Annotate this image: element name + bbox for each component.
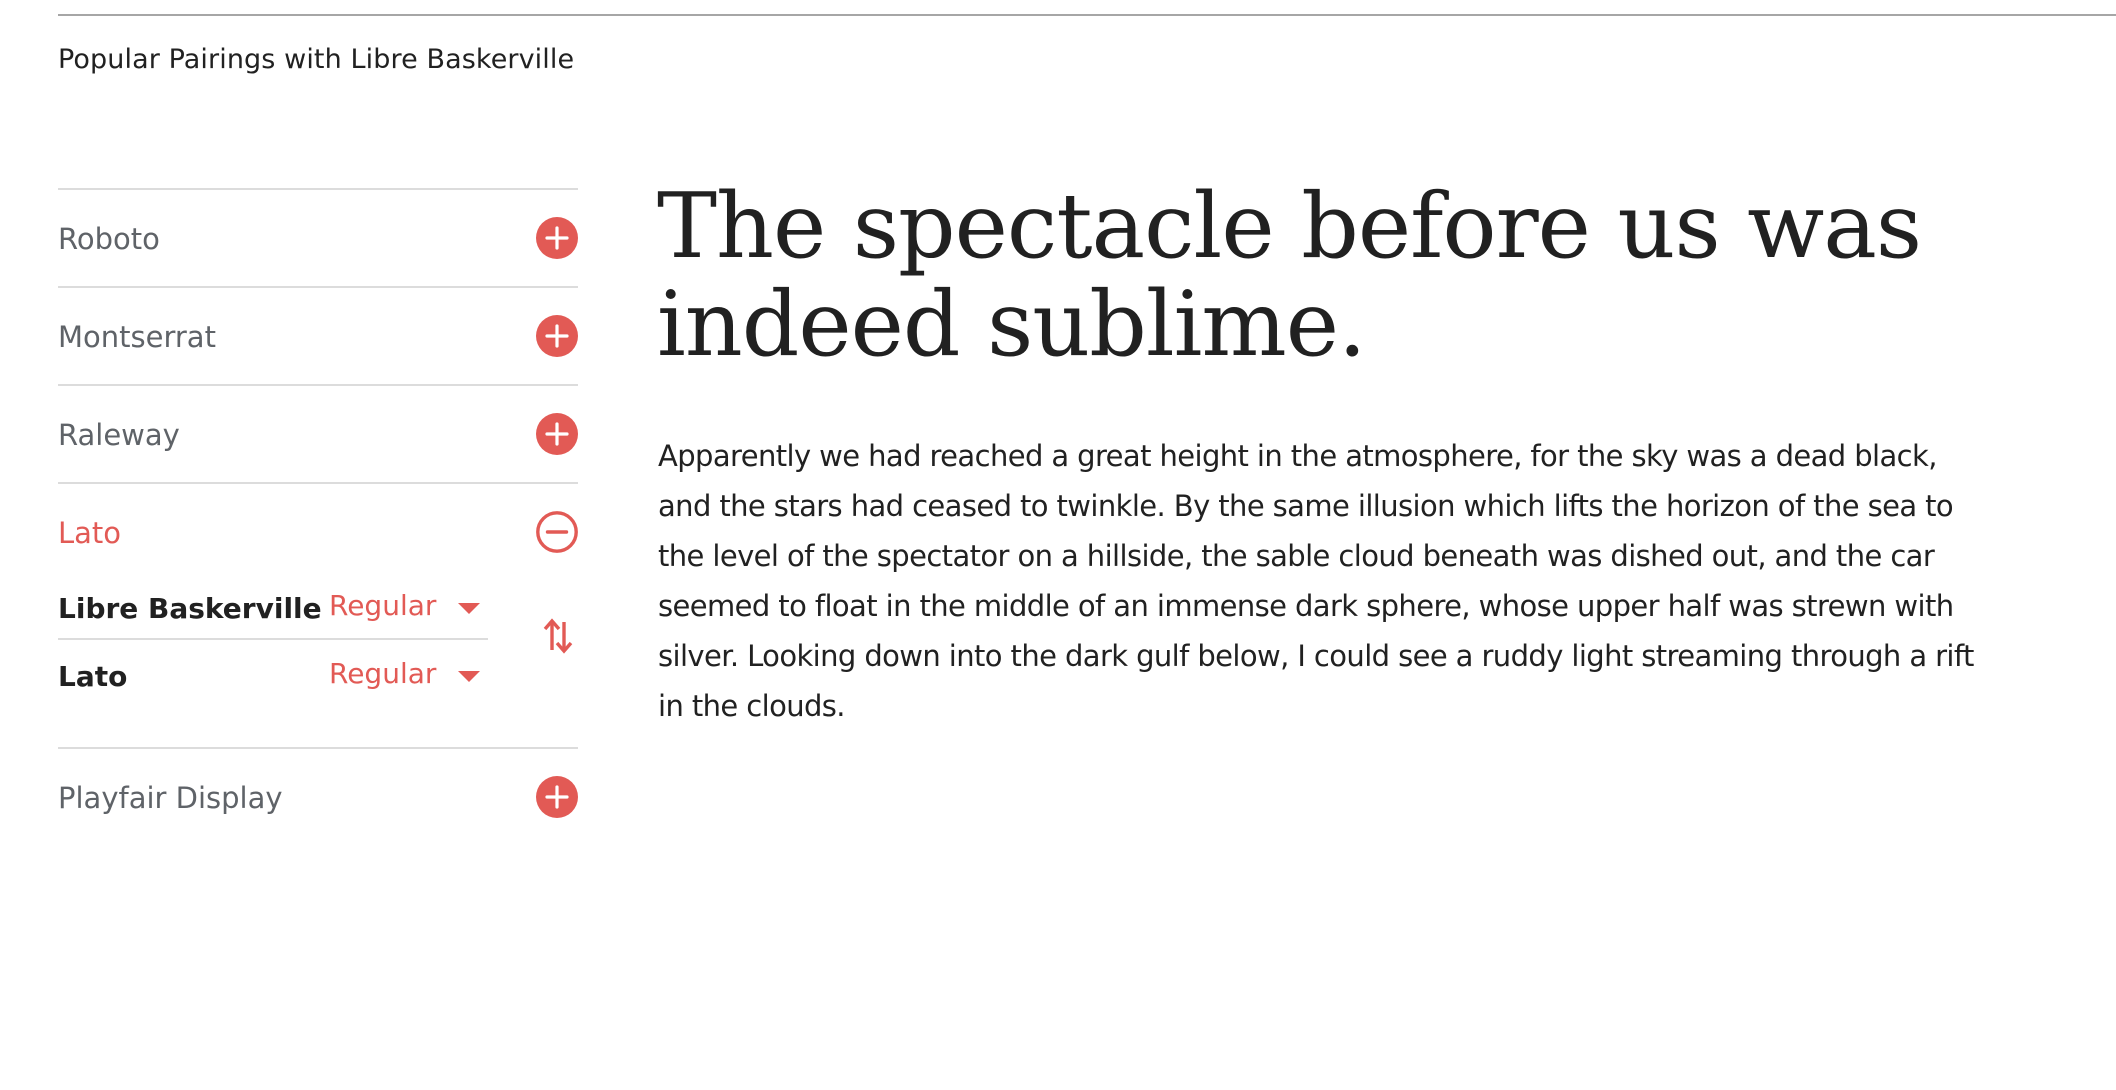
pairings-list: Roboto Montserrat Raleway Lato Libre Bas… (58, 188, 578, 845)
plus-circle-icon[interactable] (536, 217, 578, 259)
chevron-down-icon (458, 603, 480, 614)
pairing-item-raleway[interactable]: Raleway (58, 386, 578, 482)
pairing-font-name: Libre Baskerville (58, 592, 322, 625)
divider (58, 638, 488, 640)
pairing-item-lato[interactable]: Lato (58, 484, 578, 580)
minus-circle-icon[interactable] (536, 511, 578, 553)
pairing-item-label: Montserrat (58, 320, 216, 354)
weight-dropdown-value: Regular (329, 657, 437, 690)
pairing-item-label: Raleway (58, 418, 180, 452)
pairing-item-label: Playfair Display (58, 781, 283, 815)
pairing-row-secondary: Lato Regular (58, 648, 488, 700)
pairing-item-roboto[interactable]: Roboto (58, 190, 578, 286)
preview-body: Apparently we had reached a great height… (658, 439, 1974, 723)
weight-dropdown-value: Regular (329, 589, 437, 622)
weight-dropdown[interactable]: Regular (329, 657, 489, 697)
swap-vertical-icon[interactable] (541, 616, 575, 656)
pairing-row-primary: Libre Baskerville Regular (58, 580, 488, 632)
preview-headline: The spectacle before us was indeed subli… (657, 174, 1922, 377)
pairing-item-playfair-display[interactable]: Playfair Display (58, 749, 578, 845)
pairing-item-label: Roboto (58, 222, 160, 256)
pairing-font-name: Lato (58, 660, 128, 693)
top-divider (58, 14, 2116, 16)
section-title: Popular Pairings with Libre Baskerville (58, 44, 575, 75)
chevron-down-icon (458, 671, 480, 682)
plus-circle-icon[interactable] (536, 776, 578, 818)
pairing-item-label: Lato (58, 516, 122, 550)
weight-dropdown[interactable]: Regular (329, 589, 489, 629)
plus-circle-icon[interactable] (536, 315, 578, 357)
plus-circle-icon[interactable] (536, 413, 578, 455)
pairing-item-montserrat[interactable]: Montserrat (58, 288, 578, 384)
pairing-details: Libre Baskerville Regular Lato Regular (58, 580, 578, 747)
